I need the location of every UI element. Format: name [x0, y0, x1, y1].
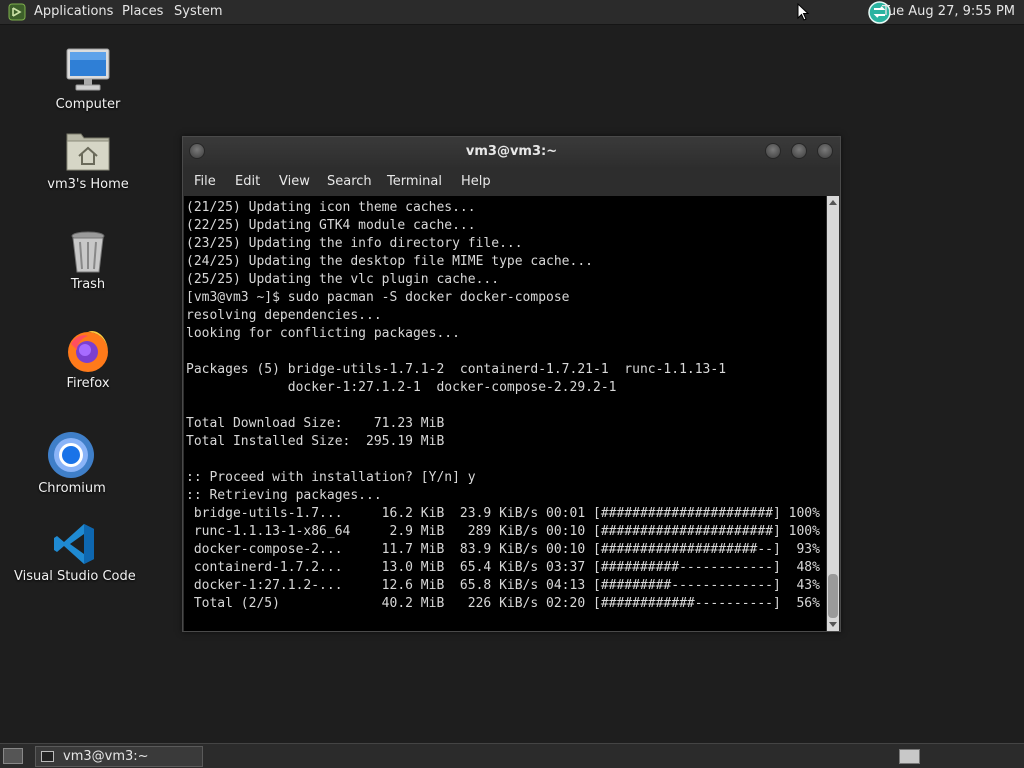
minimize-button[interactable]: [765, 143, 781, 159]
terminal-line: runc-1.1.13-1-x86_64 2.9 MiB 289 KiB/s 0…: [186, 524, 820, 539]
terminal-line: docker-compose-2... 11.7 MiB 83.9 KiB/s …: [186, 542, 820, 557]
terminal-line: (24/25) Updating the desktop file MIME t…: [186, 254, 593, 269]
applications-menu[interactable]: Applications: [34, 4, 113, 19]
desktop-icon-label: Chromium: [38, 481, 106, 496]
maximize-button[interactable]: [791, 143, 807, 159]
menu-view[interactable]: View: [279, 174, 310, 189]
desktop-icon-firefox[interactable]: Firefox: [38, 325, 138, 395]
terminal-line: Total Installed Size: 295.19 MiB: [186, 434, 445, 449]
desktop-icon-home[interactable]: vm3's Home: [38, 127, 138, 197]
terminal-line: docker-1:27.1.2-1 docker-compose-2.29.2-…: [186, 380, 617, 395]
window-titlebar[interactable]: vm3@vm3:~: [183, 137, 840, 167]
desktop-icon-label: vm3's Home: [47, 177, 129, 192]
bottom-panel: vm3@vm3:~: [0, 743, 1024, 768]
scroll-down-arrow-icon[interactable]: [829, 622, 837, 627]
trash-icon: [71, 231, 105, 273]
places-menu[interactable]: Places: [122, 4, 163, 19]
firefox-icon: [68, 330, 108, 372]
menu-terminal[interactable]: Terminal: [387, 174, 442, 189]
terminal-line: (21/25) Updating icon theme caches...: [186, 200, 476, 215]
show-desktop-icon[interactable]: [3, 748, 23, 764]
terminal-output[interactable]: (21/25) Updating icon theme caches... (2…: [184, 196, 826, 631]
top-panel: Applications Places System Tue Aug 27, 9…: [0, 0, 1024, 25]
terminal-line: Total Download Size: 71.23 MiB: [186, 416, 445, 431]
terminal-line: resolving dependencies...: [186, 308, 382, 323]
vscode-icon: [54, 524, 94, 564]
scroll-up-arrow-icon[interactable]: [829, 200, 837, 205]
taskbar-item-terminal[interactable]: vm3@vm3:~: [35, 746, 203, 767]
terminal-line: looking for conflicting packages...: [186, 326, 460, 341]
workspace-switcher[interactable]: [899, 749, 920, 764]
system-menu[interactable]: System: [174, 4, 222, 19]
mate-logo-icon[interactable]: [8, 3, 26, 21]
terminal-line: bridge-utils-1.7... 16.2 KiB 23.9 KiB/s …: [186, 506, 820, 521]
home-folder-icon: [66, 133, 110, 171]
mouse-pointer-icon: [797, 3, 809, 21]
desktop-icon-label: Trash: [70, 277, 106, 292]
terminal-text: (21/25) Updating icon theme caches... (2…: [186, 199, 820, 613]
desktop-icon-computer[interactable]: Computer: [38, 44, 138, 116]
terminal-line: Total (2/5) 40.2 MiB 226 KiB/s 02:20 [##…: [186, 596, 820, 611]
menu-search[interactable]: Search: [327, 174, 372, 189]
taskbar-item-label: vm3@vm3:~: [63, 749, 149, 764]
terminal-scrollbar[interactable]: [827, 196, 839, 631]
window-title: vm3@vm3:~: [465, 144, 558, 159]
close-button[interactable]: [817, 143, 833, 159]
terminal-menubar: File Edit View Search Terminal Help: [183, 167, 840, 195]
desktop-icon-label: Firefox: [66, 376, 110, 391]
desktop-icon-label: Computer: [55, 97, 121, 112]
desktop-icon-trash[interactable]: Trash: [38, 228, 138, 294]
computer-icon: [66, 48, 110, 91]
menu-edit[interactable]: Edit: [235, 174, 260, 189]
chromium-icon: [48, 432, 94, 478]
terminal-line: :: Retrieving packages...: [186, 488, 382, 503]
terminal-line: docker-1:27.1.2-... 12.6 MiB 65.8 KiB/s …: [186, 578, 820, 593]
terminal-line: (25/25) Updating the vlc plugin cache...: [186, 272, 500, 287]
terminal-line: (23/25) Updating the info directory file…: [186, 236, 523, 251]
menu-help[interactable]: Help: [461, 174, 491, 189]
terminal-window[interactable]: vm3@vm3:~ File Edit View Search Terminal…: [182, 136, 841, 632]
terminal-line: containerd-1.7.2... 13.0 MiB 65.4 KiB/s …: [186, 560, 820, 575]
terminal-line: :: Proceed with installation? [Y/n] y: [186, 470, 476, 485]
desktop-icon-vscode[interactable]: Visual Studio Code: [14, 520, 136, 586]
desktop-icon-label: Visual Studio Code: [14, 569, 136, 584]
terminal-line: Packages (5) bridge-utils-1.7.1-2 contai…: [186, 362, 727, 377]
menu-file[interactable]: File: [194, 174, 216, 189]
scrollbar-thumb[interactable]: [828, 574, 838, 618]
clock[interactable]: Tue Aug 27, 9:55 PM: [882, 4, 1015, 19]
terminal-line: (22/25) Updating GTK4 module cache...: [186, 218, 476, 233]
terminal-line: [vm3@vm3 ~]$ sudo pacman -S docker docke…: [186, 290, 570, 305]
terminal-icon: [41, 751, 54, 762]
desktop-icon-chromium[interactable]: Chromium: [22, 430, 122, 498]
